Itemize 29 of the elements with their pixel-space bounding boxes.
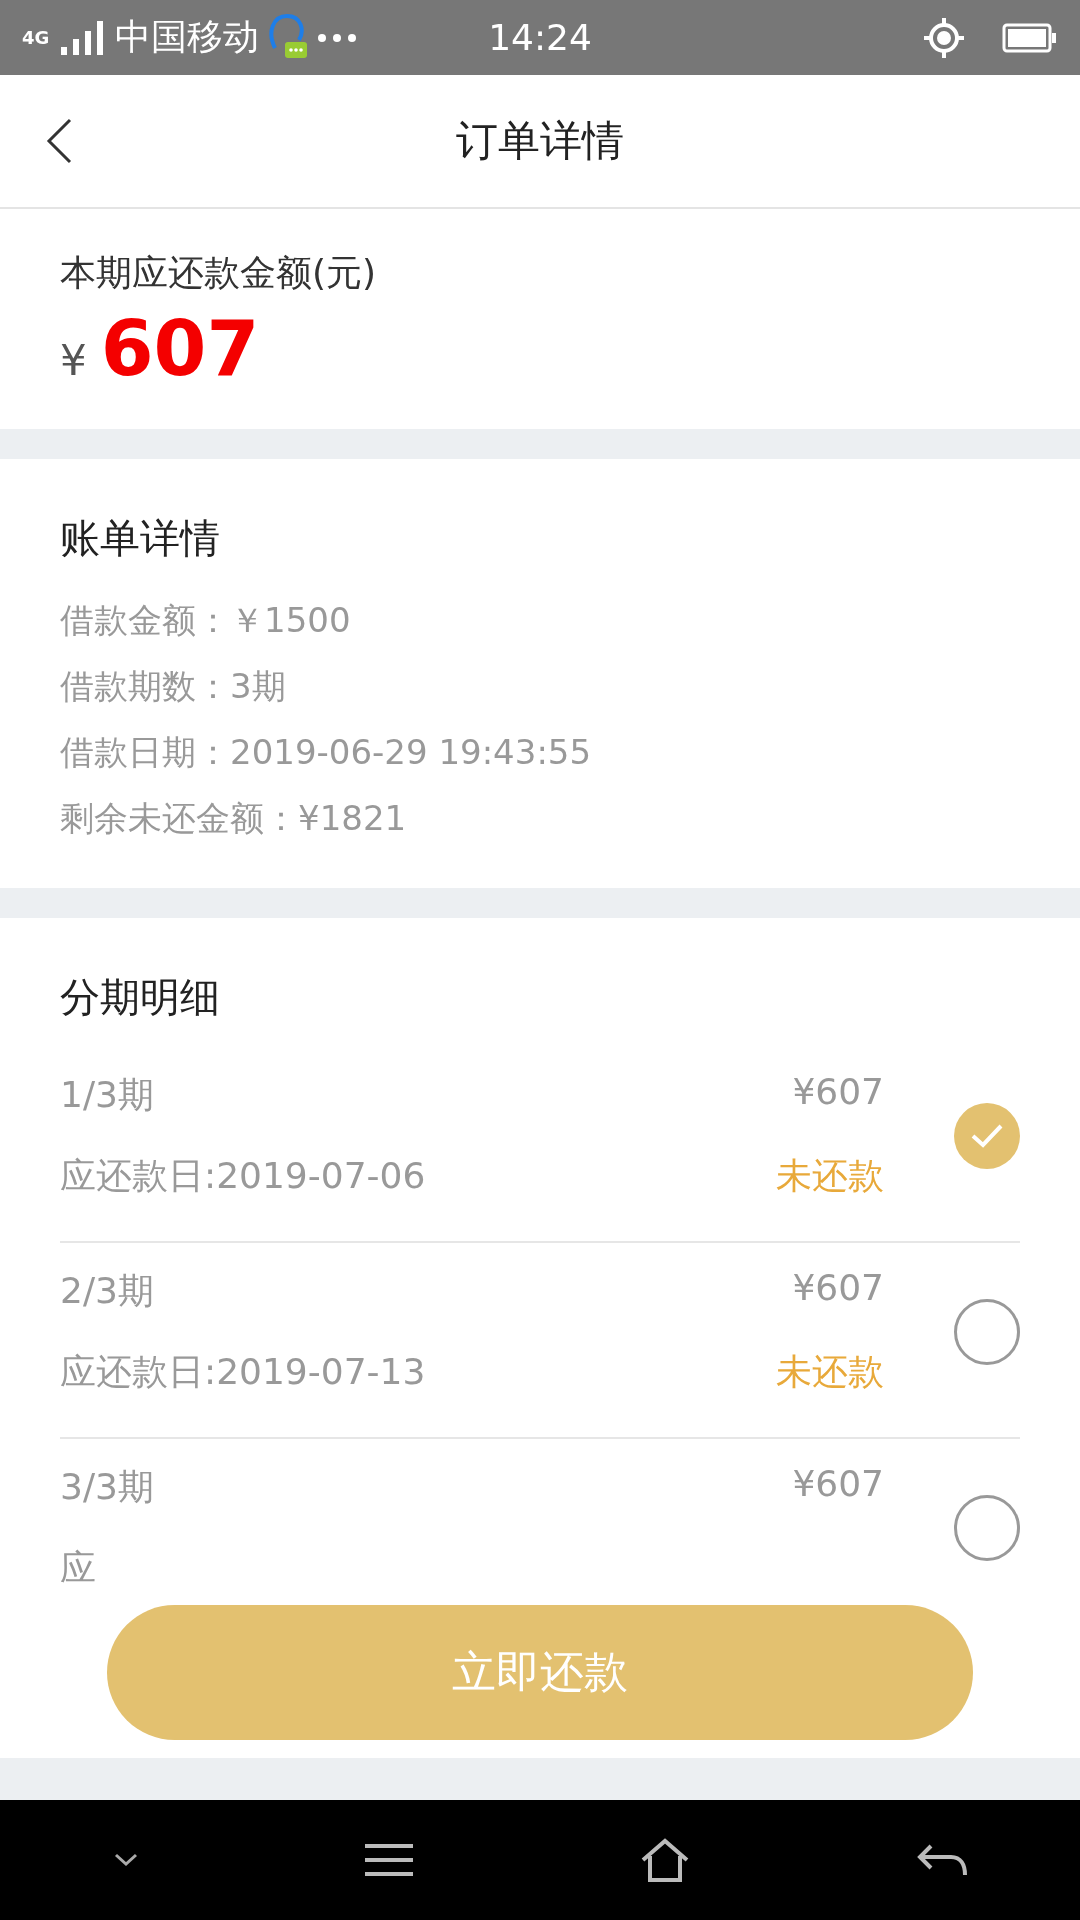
battery-icon	[1002, 22, 1058, 53]
installment-amount: ¥607	[792, 1267, 884, 1310]
period-label: 2/3期	[60, 1269, 154, 1313]
period-label: 3/3期	[60, 1465, 154, 1509]
section-title: 账单详情	[60, 514, 220, 563]
amount-label: 本期应还款金额(元)	[60, 251, 377, 295]
page-title: 订单详情	[456, 115, 624, 167]
due-date: 应还款日:2019-07-06	[60, 1154, 426, 1198]
currency-symbol: ¥	[60, 336, 87, 385]
installment-amount: ¥607	[792, 1463, 884, 1506]
carrier-name: 中国移动	[115, 15, 260, 59]
bill-detail-line: 剩余未还金额：¥1821	[60, 797, 407, 840]
payment-status: 未还款	[776, 1350, 884, 1394]
bill-detail-line: 借款金额：￥1500	[60, 599, 351, 642]
due-date: 应还款日:2019-07-13	[60, 1350, 426, 1394]
bill-detail-line: 借款期数：3期	[60, 665, 286, 708]
due-amount: 607	[100, 304, 260, 393]
more-icon	[317, 32, 358, 43]
clock-time: 14:24	[488, 17, 592, 58]
installment-amount: ¥607	[792, 1071, 884, 1114]
section-title: 分期明细	[60, 973, 220, 1022]
period-label: 1/3期	[60, 1073, 154, 1117]
check-icon	[970, 1123, 1004, 1149]
location-icon	[924, 17, 964, 58]
bill-detail-line: 借款日期：2019-06-29 19:43:55	[60, 731, 592, 774]
due-date: 应	[60, 1546, 96, 1590]
payment-status: 未还款	[776, 1154, 884, 1198]
network-type: 4G	[22, 28, 50, 47]
pay-now-button[interactable]: 立即还款	[107, 1605, 973, 1740]
